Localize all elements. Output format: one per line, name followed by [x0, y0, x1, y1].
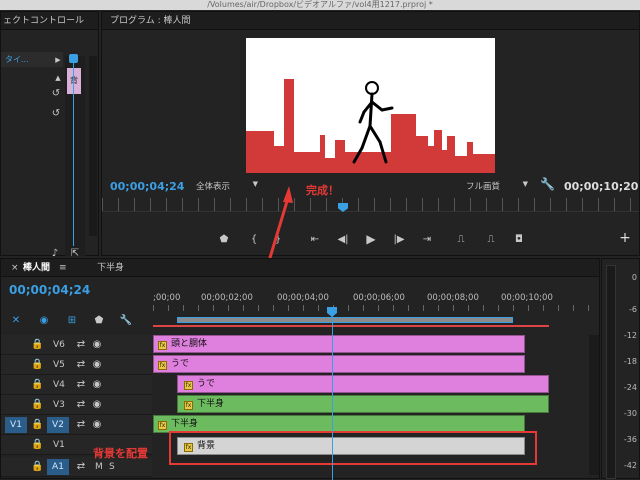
- track-target[interactable]: A1: [47, 459, 69, 475]
- ruler-tick-label: 00;00;08;00: [427, 293, 479, 303]
- ruler-tick-label: 00;00;04;00: [277, 293, 329, 303]
- fx-icon: fx: [184, 401, 193, 410]
- mute-button[interactable]: M: [95, 462, 103, 472]
- meter-label: -24: [623, 383, 637, 392]
- track-header-v6[interactable]: 🔒 V6 ⇄ ◉: [1, 335, 152, 355]
- menu-icon[interactable]: ≡: [59, 259, 67, 277]
- meter-label: -18: [623, 357, 637, 366]
- meter-label: -12: [623, 331, 637, 340]
- wrench-icon[interactable]: 🔧: [119, 315, 133, 327]
- meter-bar: [606, 265, 616, 479]
- lock-icon[interactable]: 🔒: [31, 379, 43, 391]
- sync-icon[interactable]: ⇄: [75, 359, 87, 371]
- track-header-v2[interactable]: V1 🔒 V2 ⇄ ◉: [1, 415, 152, 435]
- eye-icon[interactable]: ◉: [91, 339, 103, 351]
- sync-icon[interactable]: ⇄: [75, 379, 87, 391]
- clip-label: うで: [197, 379, 216, 389]
- clip-v6[interactable]: fx 頭と胴体: [153, 335, 525, 353]
- eye-icon[interactable]: ◉: [91, 359, 103, 371]
- clip-label: 下半身: [197, 399, 225, 409]
- track-name: A1: [52, 462, 64, 472]
- clip-label: 下半身: [171, 419, 199, 429]
- fx-icon: fx: [158, 421, 167, 430]
- meter-label: -6: [629, 305, 637, 314]
- timeline-tabs: × 棒人間 ≡ 下半身: [1, 259, 599, 277]
- sync-icon[interactable]: ⇄: [75, 419, 87, 431]
- timeline-playhead[interactable]: [332, 315, 333, 480]
- timeline-panel: × 棒人間 ≡ 下半身 00;00;04;24 ✕ ◉ ⊞ ⬟ 🔧 ;00;00…: [0, 258, 600, 480]
- fx-icon: fx: [158, 341, 167, 350]
- source-patch[interactable]: V1: [5, 417, 27, 433]
- linked-selection-icon[interactable]: ◉: [37, 315, 51, 327]
- timeline-v-scrollbar[interactable]: [589, 335, 599, 475]
- lock-icon[interactable]: 🔒: [31, 399, 43, 411]
- add-marker-icon[interactable]: ⊞: [65, 315, 79, 327]
- ruler-ticks: [153, 305, 589, 311]
- eye-icon[interactable]: ◉: [91, 419, 103, 431]
- meter-label: -36: [623, 435, 637, 444]
- annotation-background: 背景を配置: [93, 447, 148, 460]
- lock-icon[interactable]: 🔒: [31, 359, 43, 371]
- track-header-v3[interactable]: 🔒 V3 ⇄ ◉: [1, 395, 152, 415]
- sync-icon[interactable]: ⇄: [75, 461, 87, 473]
- timeline-tab-active[interactable]: 棒人間: [23, 259, 50, 277]
- clip-v4[interactable]: fx うで: [177, 375, 549, 393]
- track-header-v5[interactable]: 🔒 V5 ⇄ ◉: [1, 355, 152, 375]
- track-header-v4[interactable]: 🔒 V4 ⇄ ◉: [1, 375, 152, 395]
- snap-icon[interactable]: ✕: [9, 315, 23, 327]
- track-name: V4: [53, 380, 65, 390]
- clip-v5[interactable]: fx うで: [153, 355, 525, 373]
- meter-label: -42: [623, 461, 637, 470]
- lock-icon[interactable]: 🔒: [31, 339, 43, 351]
- fx-icon: fx: [158, 361, 167, 370]
- track-target[interactable]: V2: [47, 417, 69, 433]
- ruler-tick-label: 00;00;06;00: [353, 293, 405, 303]
- fx-icon: fx: [184, 381, 193, 390]
- timeline-tab[interactable]: 下半身: [97, 259, 124, 277]
- meter-label: -30: [623, 409, 637, 418]
- source-patch-label: V1: [10, 420, 22, 430]
- eye-icon[interactable]: ◉: [91, 399, 103, 411]
- render-bar: [153, 325, 549, 327]
- track-name: V3: [53, 400, 65, 410]
- ruler-tick-label: 00;00;10;00: [501, 293, 553, 303]
- sync-icon[interactable]: ⇄: [75, 339, 87, 351]
- timeline-ruler[interactable]: ;00;00 00;00;02;00 00;00;04;00 00;00;06;…: [153, 289, 589, 327]
- clip-v3[interactable]: fx 下半身: [177, 395, 549, 413]
- ruler-tick-label: 00;00;02;00: [201, 293, 253, 303]
- close-icon[interactable]: ×: [11, 259, 19, 277]
- clip-label: 頭と胴体: [171, 339, 208, 349]
- solo-button[interactable]: S: [109, 462, 115, 472]
- track-name: V6: [53, 340, 65, 350]
- meter-label: 0: [631, 273, 637, 282]
- marker-icon[interactable]: ⬟: [93, 315, 105, 327]
- audio-meter-panel: 0 -6 -12 -18 -24 -30 -36 -42: [601, 258, 640, 479]
- track-name: V2: [52, 420, 64, 430]
- track-name: V5: [53, 360, 65, 370]
- timeline-timecode[interactable]: 00;00;04;24: [9, 283, 90, 297]
- annotation-box: [169, 431, 537, 465]
- work-area-bar[interactable]: [177, 317, 513, 323]
- sync-icon[interactable]: ⇄: [75, 399, 87, 411]
- lock-icon[interactable]: 🔒: [31, 439, 43, 451]
- clip-label: うで: [171, 359, 190, 369]
- eye-icon[interactable]: ◉: [91, 379, 103, 391]
- ruler-tick-label: ;00;00: [153, 293, 181, 303]
- track-name: V1: [53, 440, 65, 450]
- lock-icon[interactable]: 🔒: [31, 461, 43, 473]
- lock-icon[interactable]: 🔒: [31, 419, 43, 431]
